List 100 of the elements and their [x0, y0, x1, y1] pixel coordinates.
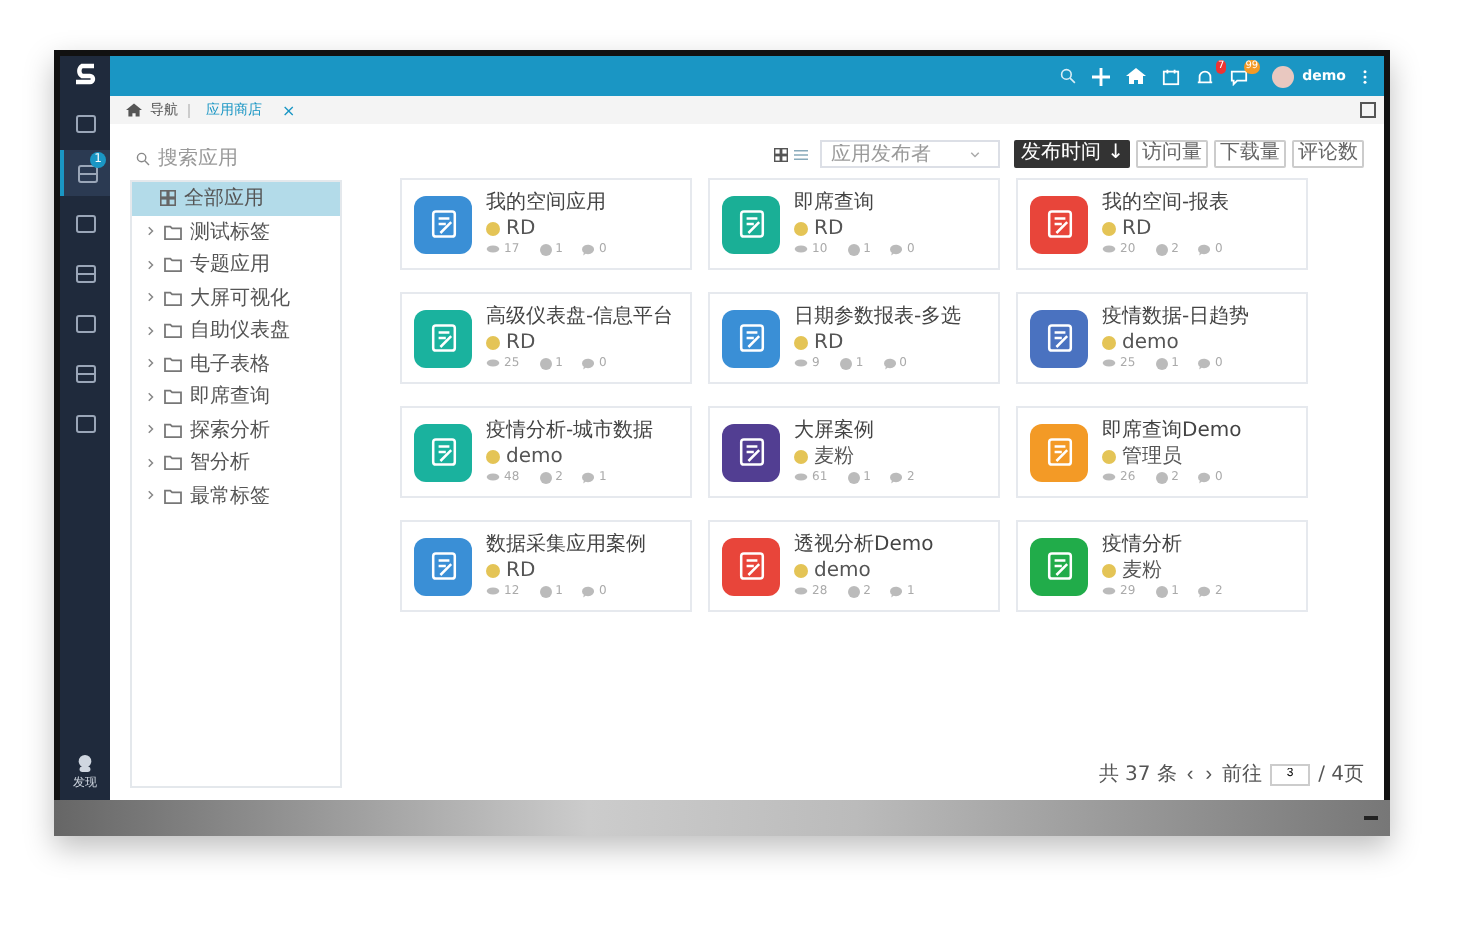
tree-item[interactable]: 最常标签 [132, 479, 340, 512]
avatar [486, 222, 500, 236]
info-icon [539, 585, 552, 597]
panel-icon [75, 161, 99, 185]
grid-icon [160, 190, 176, 207]
author-name: 麦粉 [1122, 560, 1162, 582]
app-title[interactable]: 我的空间-报表 [1102, 192, 1239, 216]
total-count: 共 37 条 [1098, 761, 1177, 788]
app-title[interactable]: 疫情数据-日趋势 [1102, 306, 1250, 330]
info-icon [847, 471, 860, 483]
user-icon[interactable] [76, 754, 94, 772]
author-name: RD [1122, 218, 1152, 240]
panel-icon [73, 211, 97, 235]
eye-icon [486, 586, 500, 596]
chevron-icon [148, 424, 154, 435]
tree-item[interactable]: 专题应用 [132, 248, 340, 281]
fullscreen-icon[interactable] [1360, 102, 1376, 118]
chevron-icon [148, 226, 154, 237]
panel-icon [73, 311, 97, 335]
author-name: demo [814, 560, 871, 582]
author-name: 麦粉 [814, 446, 854, 468]
tree-item[interactable]: 测试标签 [132, 215, 340, 248]
author-name: demo [506, 446, 563, 468]
avatar [486, 336, 500, 350]
tree-item[interactable]: 电子表格 [132, 347, 340, 380]
sort-button[interactable]: 发布时间 ↓ [1014, 140, 1130, 168]
eye-icon [486, 472, 500, 482]
tree-item[interactable]: 全部应用 [132, 182, 340, 215]
app-title[interactable]: 即席查询Demo [1102, 420, 1242, 444]
search-icon[interactable] [1060, 68, 1077, 84]
tree-item[interactable]: 自助仪表盘 [132, 314, 340, 347]
comment-icon [1198, 585, 1211, 597]
grid-view-icon[interactable] [774, 147, 789, 161]
previous-page-button[interactable]: ‹ [1184, 763, 1196, 785]
chevron-icon [148, 292, 154, 303]
app-title[interactable]: 透视分析Demo [794, 534, 934, 558]
chat-icon[interactable] [1230, 67, 1249, 85]
comment-icon [582, 243, 595, 255]
app-title[interactable]: 疫情分析-城市数据 [486, 420, 654, 444]
app-title[interactable]: 日期参数报表-多选 [794, 306, 962, 330]
avatar [1102, 222, 1116, 236]
plus-icon[interactable] [1092, 67, 1111, 85]
tree-item[interactable]: 探索分析 [132, 413, 340, 446]
info-icon [847, 585, 860, 597]
info-icon [1155, 471, 1168, 483]
info-icon [1155, 243, 1168, 255]
panel-icon [73, 111, 97, 135]
next-page-button[interactable]: › [1203, 763, 1215, 785]
author-name: 管理员 [1122, 446, 1182, 468]
bell-icon[interactable] [1196, 67, 1215, 85]
sort-button[interactable]: 评论数 [1292, 140, 1364, 168]
sort-button[interactable]: 下载量 [1214, 140, 1286, 168]
panel-icon [73, 361, 97, 385]
app-title[interactable]: 即席查询 [794, 192, 931, 216]
eye-icon [1102, 244, 1116, 254]
chevron-icon [148, 457, 154, 468]
calendar-icon[interactable] [1162, 67, 1181, 85]
sort-button[interactable]: 访问量 [1136, 140, 1208, 168]
author-name: RD [506, 560, 536, 582]
chevron-icon [148, 490, 154, 501]
comment-icon [1198, 357, 1211, 369]
eye-icon [486, 244, 500, 254]
comment-icon [1198, 471, 1211, 483]
avatar [794, 336, 808, 350]
comment-icon [890, 471, 903, 483]
avatar [1102, 564, 1116, 578]
author-name: RD [506, 332, 536, 354]
avatar [486, 450, 500, 464]
avatar [794, 564, 808, 578]
search-icon [136, 151, 150, 165]
home-icon[interactable] [126, 102, 142, 118]
info-icon [539, 357, 552, 369]
info-icon [539, 471, 552, 483]
more-icon[interactable] [1362, 67, 1368, 85]
tree-item[interactable]: 即席查询 [132, 380, 340, 413]
info-icon [1155, 585, 1168, 597]
eye-icon [486, 358, 500, 368]
goto-label: 前往 [1222, 761, 1263, 788]
app-title[interactable]: 大屏案例 [794, 420, 931, 444]
eye-icon [1102, 472, 1116, 482]
avatar [486, 564, 500, 578]
author-name: demo [1122, 332, 1179, 354]
app-title[interactable]: 疫情分析 [1102, 534, 1239, 558]
app-title[interactable]: 数据采集应用案例 [486, 534, 646, 558]
tree-item[interactable]: 大屏可视化 [132, 281, 340, 314]
author-name: RD [814, 218, 844, 240]
author-name: RD [506, 218, 536, 240]
tree-item[interactable]: 智分析 [132, 446, 340, 479]
author-name: RD [814, 332, 844, 354]
comment-icon [582, 357, 595, 369]
chevron-icon [148, 325, 154, 336]
comment-icon [890, 243, 903, 255]
comment-icon [582, 585, 595, 597]
caret-icon [970, 151, 981, 157]
home-icon[interactable] [1126, 66, 1147, 86]
chevron-icon [148, 358, 154, 369]
eye-icon [1102, 586, 1116, 596]
eye-icon [794, 358, 808, 368]
app-title[interactable]: 高级仪表盘-信息平台 [486, 306, 674, 330]
app-title[interactable]: 我的空间应用 [486, 192, 623, 216]
